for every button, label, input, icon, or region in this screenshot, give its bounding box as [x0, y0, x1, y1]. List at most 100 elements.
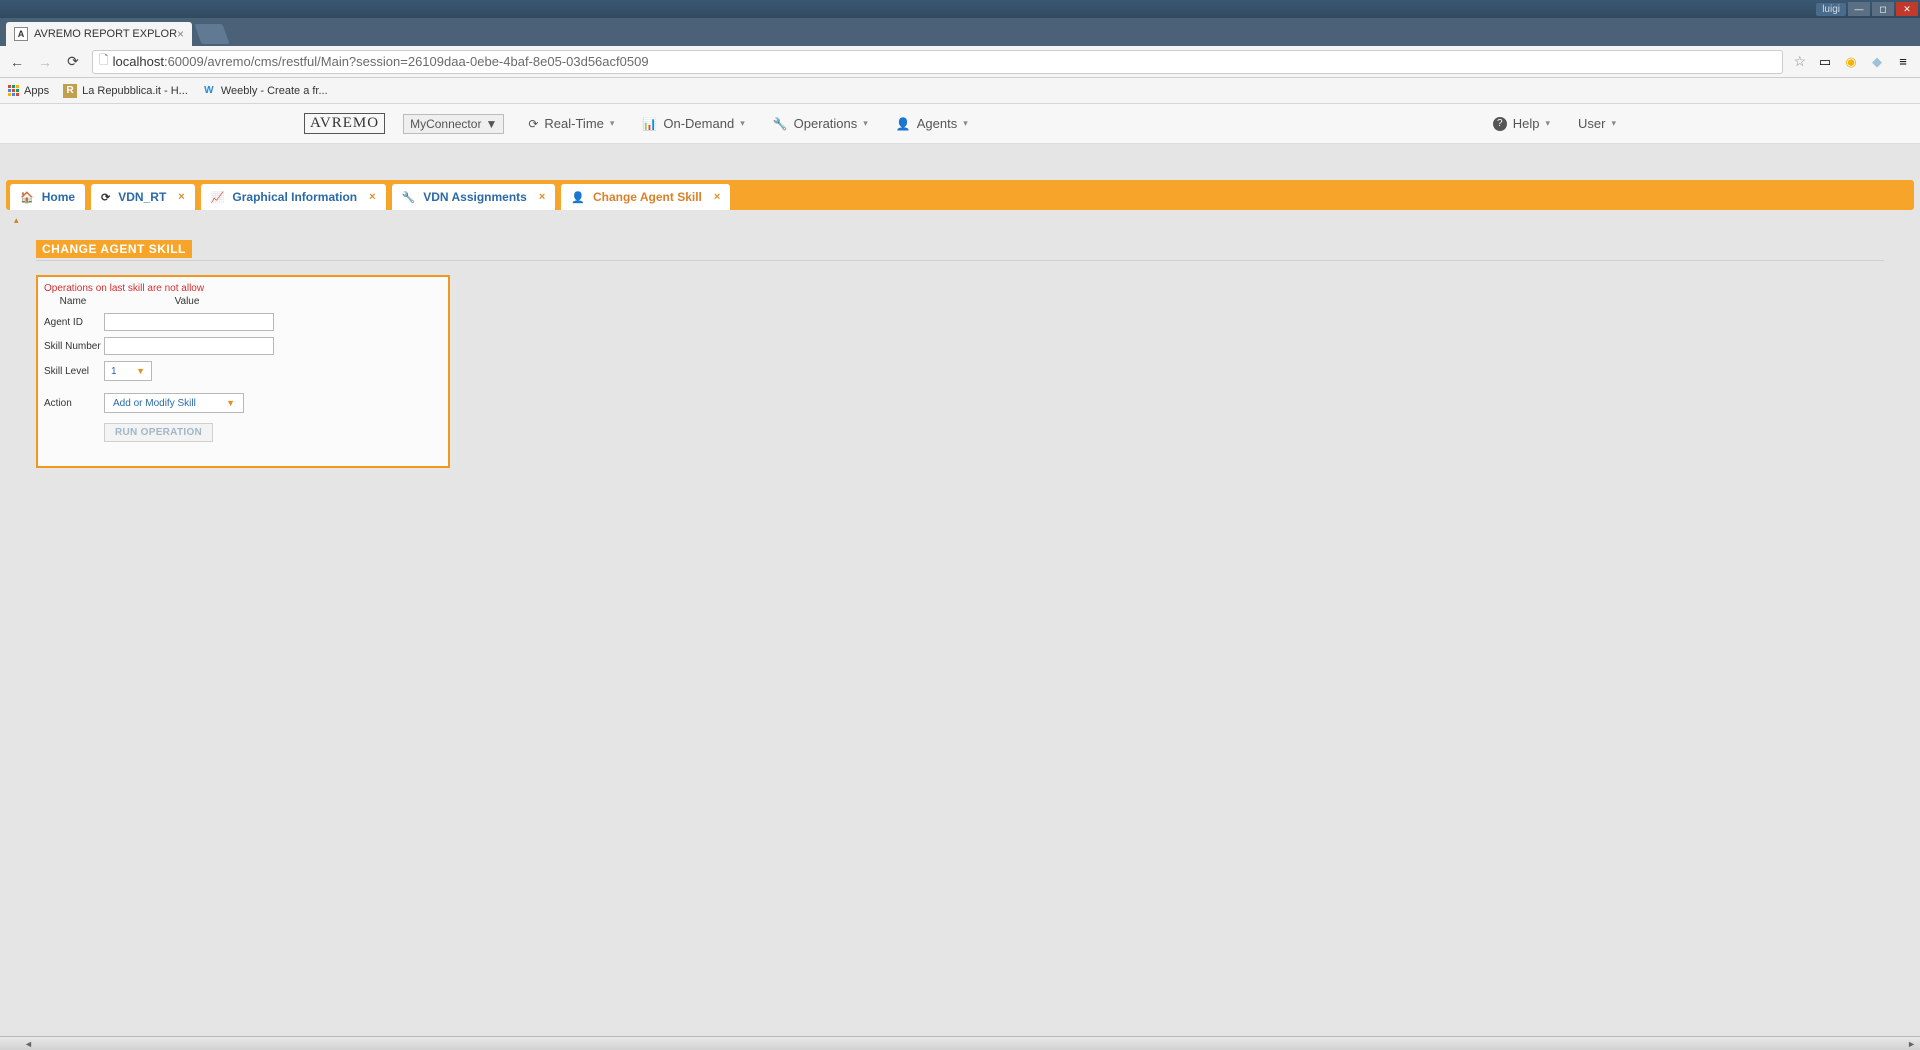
user-icon: 👤 [896, 117, 911, 131]
bookmark-label: Weebly - Create a fr... [221, 85, 328, 97]
chevron-down-icon: ▾ [610, 118, 615, 129]
content-area: CHANGE AGENT SKILL Operations on last sk… [0, 228, 1920, 480]
column-name-header: Name [44, 296, 102, 307]
bookmark-star-icon[interactable]: ☆ [1793, 53, 1806, 70]
chevron-down-icon: ▼ [226, 398, 235, 408]
back-button[interactable]: ← [8, 53, 26, 71]
user-icon: 👤 [571, 191, 585, 204]
app-viewport: AVREMO MyConnector ▼ ⟳ Real-Time ▾ 📊 On-… [0, 104, 1920, 1036]
url-host: localhost [113, 54, 164, 69]
chevron-down-icon: ▾ [740, 118, 745, 129]
skill-level-select[interactable]: 1 ▼ [104, 361, 152, 381]
tab-graphical[interactable]: 📈 Graphical Information × [201, 184, 386, 210]
menu-ondemand[interactable]: 📊 On-Demand ▾ [642, 116, 744, 131]
agent-id-input[interactable] [104, 313, 274, 331]
tab-home[interactable]: 🏠 Home [10, 184, 85, 210]
scroll-left-icon[interactable]: ◄ [24, 1039, 33, 1049]
menu-help[interactable]: ? Help ▾ [1493, 116, 1550, 131]
browser-tab[interactable]: A AVREMO REPORT EXPLOR × [6, 22, 192, 46]
page-icon: 🗋 [99, 51, 109, 72]
menu-label: Help [1513, 116, 1540, 131]
column-value-header: Value [102, 296, 272, 307]
tab-close-icon[interactable]: × [177, 27, 184, 41]
forward-button[interactable]: → [36, 53, 54, 71]
close-icon[interactable]: × [178, 191, 184, 203]
window-maximize-button[interactable]: ◻ [1872, 2, 1894, 16]
menu-realtime[interactable]: ⟳ Real-Time ▾ [528, 116, 614, 131]
home-icon: 🏠 [20, 191, 34, 204]
change-agent-skill-form: Operations on last skill are not allow N… [36, 275, 450, 468]
chevron-down-icon: ▾ [863, 118, 868, 129]
window-close-button[interactable]: ✕ [1896, 2, 1918, 16]
os-taskbar: ◄ ► [0, 1036, 1920, 1050]
menu-label: Real-Time [544, 116, 603, 131]
browser-menu-icon[interactable]: ≡ [1894, 53, 1912, 71]
close-icon[interactable]: × [539, 191, 545, 203]
chevron-down-icon: ▾ [1545, 118, 1550, 129]
menu-operations[interactable]: 🔧 Operations ▾ [773, 116, 868, 131]
browser-address-bar: ← → ⟳ 🗋 localhost:60009/avremo/cms/restf… [0, 46, 1920, 78]
bookmark-weebly[interactable]: W Weebly - Create a fr... [202, 84, 328, 98]
row-skill-level: Skill Level 1 ▼ [44, 361, 442, 381]
url-input[interactable]: 🗋 localhost:60009/avremo/cms/restful/Mai… [92, 50, 1783, 74]
extension-icon[interactable]: ◆ [1868, 53, 1886, 71]
apps-bookmark[interactable]: Apps [8, 85, 49, 97]
refresh-icon: ⟳ [528, 117, 538, 131]
warning-text: Operations on last skill are not allow [44, 283, 442, 294]
scroll-right-icon[interactable]: ► [1907, 1039, 1916, 1049]
extension-play-icon[interactable]: ◉ [1842, 53, 1860, 71]
menu-agents[interactable]: 👤 Agents ▾ [896, 116, 968, 131]
label-action: Action [44, 398, 104, 409]
tab-vdn-rt[interactable]: ⟳ VDN_RT × [91, 184, 195, 210]
tab-label: Home [42, 190, 75, 204]
close-icon[interactable]: × [369, 191, 375, 203]
select-value: Add or Modify Skill [113, 398, 196, 409]
action-select[interactable]: Add or Modify Skill ▼ [104, 393, 244, 413]
close-icon[interactable]: × [714, 191, 720, 203]
help-icon: ? [1493, 117, 1507, 131]
tab-vdn-assignments[interactable]: 🔧 VDN Assignments × [392, 184, 556, 210]
run-operation-button[interactable]: RUN OPERATION [104, 423, 213, 442]
collapse-toggle-icon[interactable]: ▴ [6, 213, 27, 228]
row-action: Action Add or Modify Skill ▼ [44, 393, 442, 413]
panel-title: CHANGE AGENT SKILL [36, 240, 192, 258]
chevron-down-icon: ▾ [1611, 118, 1616, 129]
tab-label: Graphical Information [232, 190, 357, 204]
chart-icon: 📊 [642, 117, 657, 131]
cast-icon[interactable]: ▭ [1816, 53, 1834, 71]
browser-tab-strip: A AVREMO REPORT EXPLOR × [0, 18, 1920, 46]
refresh-icon: ⟳ [101, 191, 110, 204]
window-minimize-button[interactable]: — [1848, 2, 1870, 16]
document-tabs-container: 🏠 Home ⟳ VDN_RT × 📈 Graphical Informatio… [0, 172, 1920, 228]
browser-tab-title: AVREMO REPORT EXPLOR [34, 28, 177, 40]
bookmark-label: La Repubblica.it - H... [82, 85, 188, 97]
menu-label: User [1578, 116, 1605, 131]
new-tab-button[interactable] [194, 24, 229, 44]
menu-label: Operations [794, 116, 858, 131]
connector-select[interactable]: MyConnector ▼ [403, 114, 504, 134]
label-agent-id: Agent ID [44, 317, 104, 328]
favicon-icon: A [14, 27, 28, 41]
weebly-icon: W [202, 84, 216, 98]
wrench-icon: 🔧 [773, 117, 788, 131]
reload-button[interactable]: ⟳ [64, 53, 82, 71]
apps-icon [8, 85, 19, 96]
wrench-icon: 🔧 [402, 191, 416, 204]
start-button[interactable] [4, 1038, 24, 1050]
bookmark-repubblica[interactable]: R La Repubblica.it - H... [63, 84, 188, 98]
url-path: :60009/avremo/cms/restful/Main?session=2… [164, 54, 649, 69]
skill-number-input[interactable] [104, 337, 274, 355]
repubblica-icon: R [63, 84, 77, 98]
menu-user[interactable]: User ▾ [1578, 116, 1616, 131]
divider [36, 260, 1884, 261]
menu-label: On-Demand [663, 116, 734, 131]
tab-change-agent-skill[interactable]: 👤 Change Agent Skill × [561, 184, 730, 210]
app-logo: AVREMO [304, 113, 385, 134]
tab-label: VDN_RT [118, 190, 166, 204]
chevron-down-icon: ▼ [136, 366, 145, 376]
os-user-badge: luigi [1816, 3, 1846, 16]
tab-label: VDN Assignments [423, 190, 527, 204]
bookmarks-bar: Apps R La Repubblica.it - H... W Weebly … [0, 78, 1920, 104]
label-skill-number: Skill Number [44, 341, 104, 352]
form-header: Name Value [44, 296, 442, 307]
